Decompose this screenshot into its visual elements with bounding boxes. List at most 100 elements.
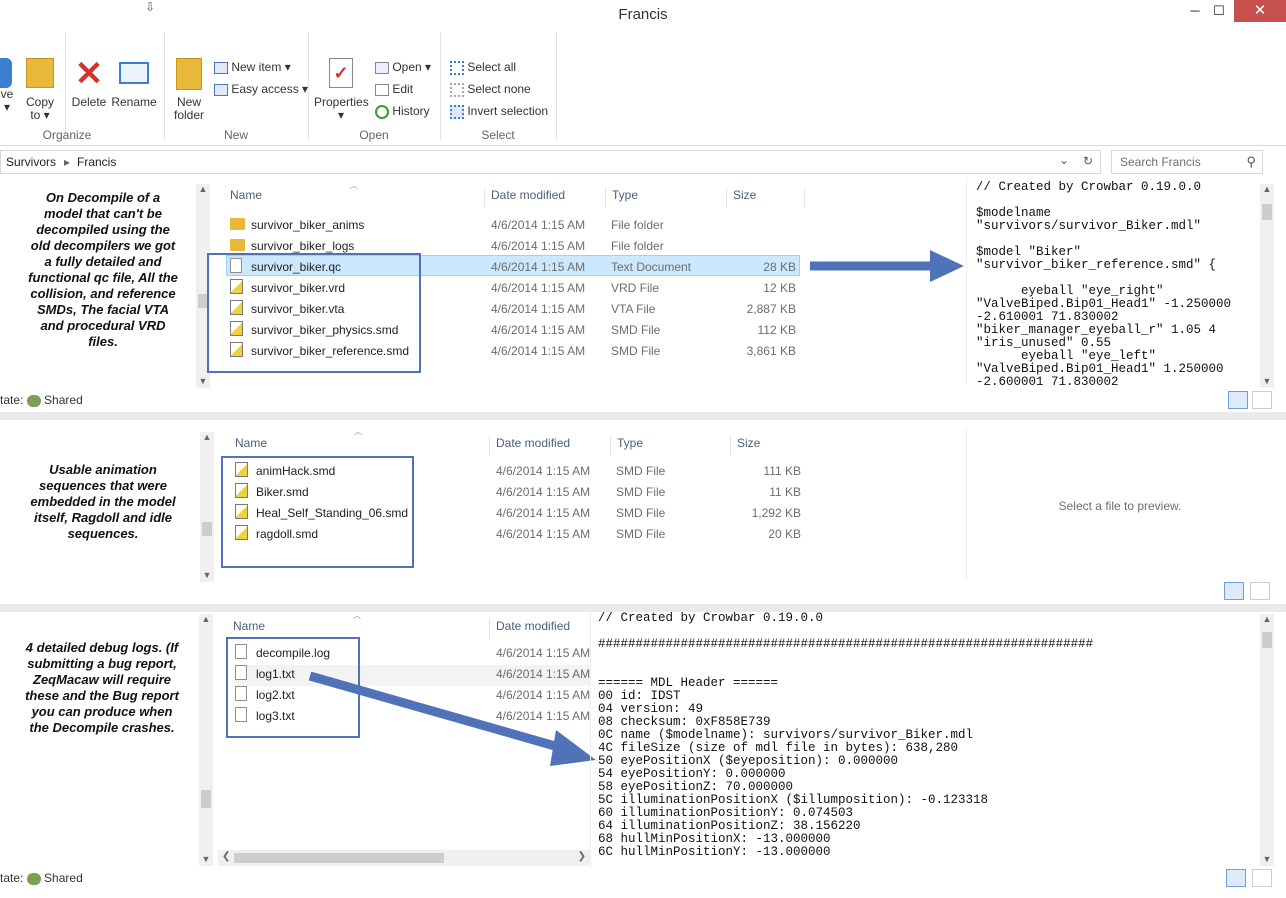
column-name[interactable]: Name (230, 188, 262, 202)
organize-group-label: Organize (42, 128, 92, 142)
column-date[interactable]: Date modified (484, 188, 565, 208)
history-icon (375, 104, 389, 119)
details-view-icon[interactable] (1228, 391, 1248, 409)
ribbon-separator (440, 32, 441, 140)
copy-to-button[interactable]: Copy to ▾ (22, 58, 58, 122)
details-view-icon[interactable] (1226, 869, 1246, 887)
easy-access-label: Easy access ▾ (231, 82, 309, 96)
invert-selection-button[interactable]: Invert selection (450, 104, 548, 119)
search-placeholder: Search Francis (1120, 155, 1201, 169)
large-icons-view-icon[interactable] (1252, 391, 1272, 409)
delete-button[interactable]: ✕ Delete (70, 55, 108, 109)
address-dropdown-icon[interactable]: ⌄ (1059, 153, 1069, 167)
properties-button[interactable]: ✓ Properties ▾ (314, 58, 369, 122)
open-icon (375, 61, 389, 74)
status-label: tate: (0, 871, 24, 885)
preview-scrollbar[interactable]: ▲ ▼ (1260, 184, 1274, 388)
status-bar: tate: Shared (0, 871, 83, 885)
delete-icon: ✕ (74, 55, 104, 93)
left-scrollbar[interactable]: ▲ ▼ (200, 432, 214, 582)
new-item-button[interactable]: New item ▾ (214, 60, 291, 74)
column-size[interactable]: Size (726, 188, 756, 208)
easy-access-button[interactable]: Easy access ▾ (214, 82, 308, 96)
history-button[interactable]: History (375, 104, 430, 119)
copy-to-sub: to ▾ (30, 108, 50, 122)
invert-selection-icon (450, 104, 464, 119)
file-name: survivor_biker_logs (251, 239, 355, 253)
ribbon-separator (308, 32, 309, 140)
select-all-button[interactable]: Select all (450, 60, 516, 75)
file-type: Text Document (611, 260, 692, 274)
annotation-note: 4 detailed debug logs. (If submitting a … (25, 640, 179, 735)
file-type: SMD File (611, 344, 661, 358)
large-icons-view-icon[interactable] (1252, 869, 1272, 887)
column-date[interactable]: Date modified (489, 436, 570, 456)
search-input[interactable]: Search Francis ⚲ (1111, 150, 1263, 174)
column-name[interactable]: Name (235, 436, 267, 450)
refresh-icon[interactable]: ↻ (1083, 154, 1093, 168)
open-group-label: Open (359, 128, 389, 142)
file-type: SMD File (611, 323, 661, 337)
breadcrumb-survivors[interactable]: Survivors (6, 155, 56, 169)
select-group-label: Select (481, 128, 515, 142)
file-size: 28 KB (763, 260, 796, 274)
delete-label: Delete (71, 95, 107, 109)
column-name[interactable]: Name (233, 619, 265, 633)
close-button[interactable]: ✕ (1234, 0, 1286, 22)
table-row[interactable]: survivor_biker_anims 4/6/2014 1:15 AM Fi… (230, 216, 800, 237)
file-date: 4/6/2014 1:15 AM (496, 485, 591, 499)
move-to-sub: ▾ (3, 100, 11, 114)
folder-icon (230, 238, 245, 251)
explorer-pane-1: On Decompile of a model that can't be de… (0, 178, 1286, 412)
new-folder-button[interactable]: New folder (170, 58, 208, 122)
column-type[interactable]: Type (610, 436, 643, 456)
details-view-icon[interactable] (1224, 582, 1244, 600)
horizontal-scrollbar[interactable]: ❮ ❯ (218, 850, 590, 866)
file-date: 4/6/2014 1:15 AM (496, 527, 591, 541)
file-date: 4/6/2014 1:15 AM (491, 281, 586, 295)
file-date: 4/6/2014 1:15 AM (491, 239, 586, 253)
window-title: Francis (618, 6, 668, 23)
open-button[interactable]: Open ▾ (375, 60, 431, 74)
file-type: SMD File (616, 485, 666, 499)
column-date[interactable]: Date modified (489, 619, 570, 639)
search-icon[interactable]: ⚲ (1246, 154, 1256, 170)
select-all-label: Select all (467, 60, 517, 74)
file-date: 4/6/2014 1:15 AM (491, 344, 586, 358)
screenshot-divider (0, 604, 1286, 612)
arrow-annotation (308, 671, 596, 766)
annotation-note: Usable animation sequences that were emb… (30, 462, 176, 541)
large-icons-view-icon[interactable] (1250, 582, 1270, 600)
move-to-icon (0, 58, 12, 88)
preview-divider (966, 178, 967, 384)
sort-arrow-icon: ︿ (350, 181, 358, 190)
breadcrumb-separator-icon[interactable]: ▸ (64, 155, 70, 169)
file-type: SMD File (616, 527, 666, 541)
preview-scrollbar[interactable]: ▲ ▼ (1260, 614, 1274, 866)
invert-selection-label: Invert selection (467, 104, 549, 118)
new-group-label: New (223, 128, 248, 142)
address-bar[interactable]: Survivors ▸ Francis ⌄ ↻ (0, 150, 1101, 174)
folder-icon (230, 217, 245, 230)
rename-button[interactable]: Rename (110, 58, 158, 109)
sort-arrow-icon: ︿ (353, 611, 361, 620)
column-type[interactable]: Type (605, 188, 638, 208)
select-none-button[interactable]: Select none (450, 82, 531, 97)
file-size: 1,292 KB (751, 506, 801, 520)
status-label: tate: (0, 393, 24, 407)
edit-label: Edit (392, 82, 414, 96)
select-all-icon (450, 60, 464, 75)
maximize-button[interactable]: ☐ (1204, 0, 1234, 22)
new-item-label: New item ▾ (231, 60, 291, 74)
arrow-annotation (810, 250, 964, 282)
breadcrumb-francis[interactable]: Francis (77, 155, 116, 169)
move-to-button[interactable]: ve ▾ (0, 58, 14, 114)
column-size[interactable]: Size (730, 436, 760, 456)
file-size: 12 KB (763, 281, 796, 295)
open-label: Open ▾ (392, 60, 432, 74)
ribbon: ve ▾ Copy to ▾ ✕ Delete Rename Organize … (0, 28, 1286, 146)
left-scrollbar[interactable]: ▲ ▼ (199, 614, 213, 866)
edit-button[interactable]: Edit (375, 82, 413, 96)
highlight-box (221, 456, 414, 568)
ribbon-separator (164, 32, 165, 140)
